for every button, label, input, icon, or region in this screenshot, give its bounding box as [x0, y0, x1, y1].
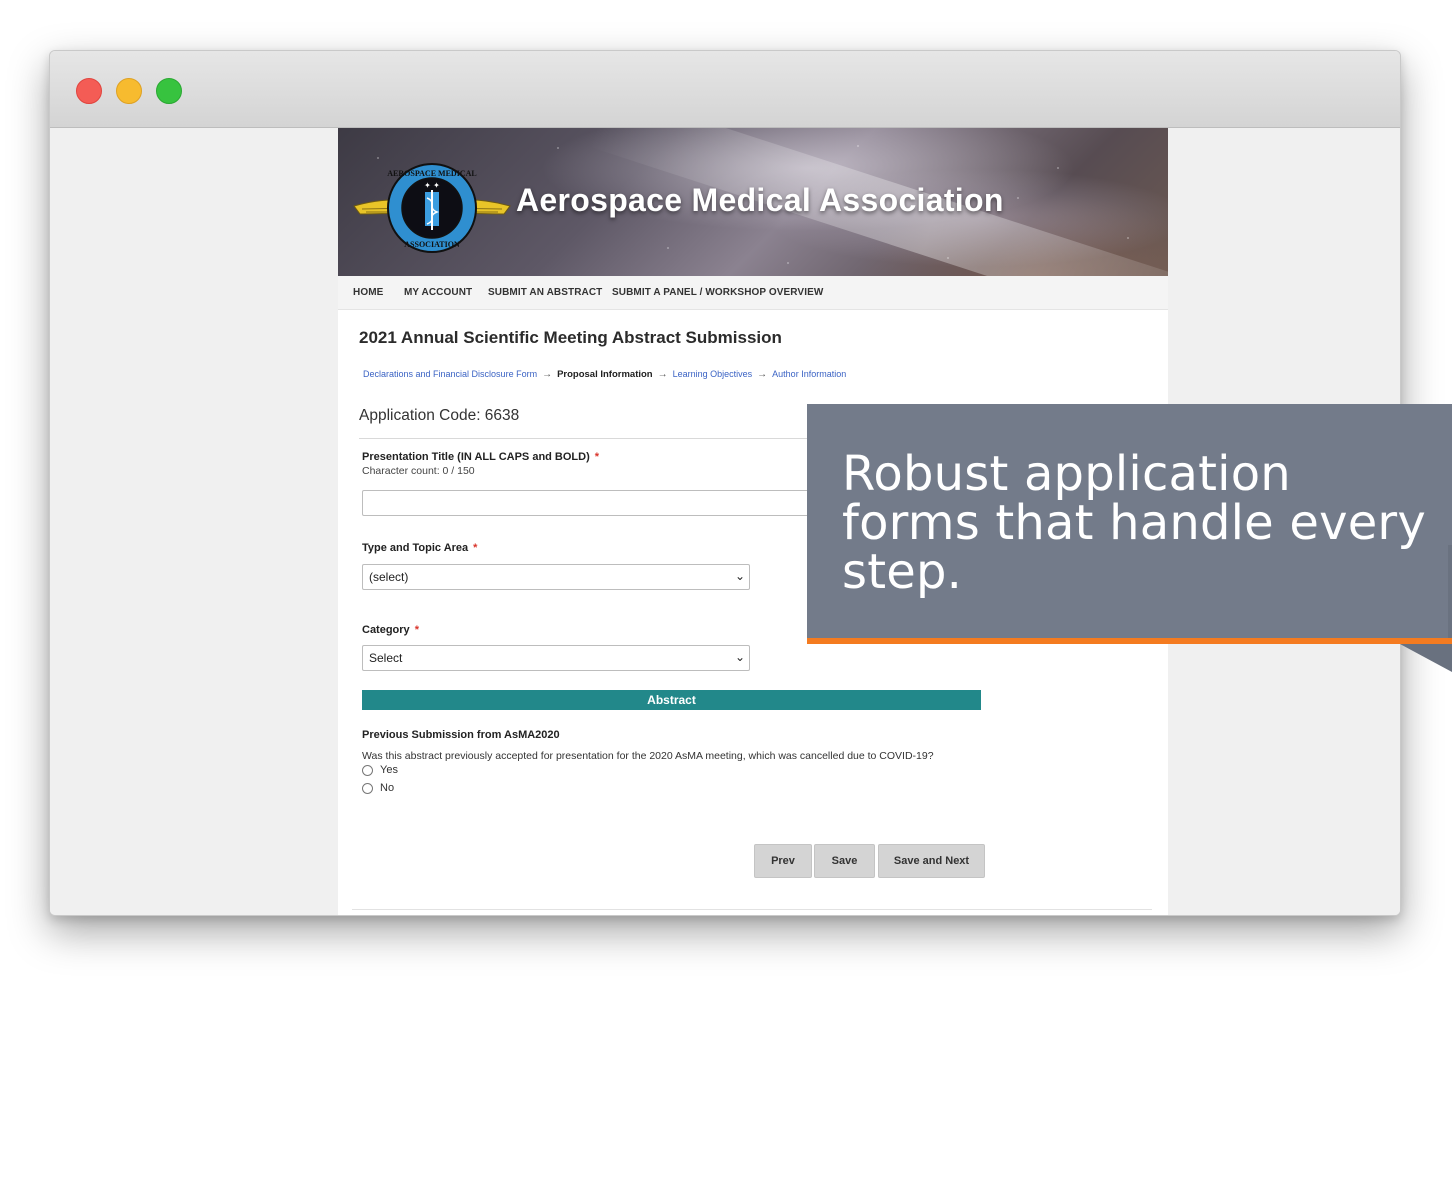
browser-titlebar	[50, 51, 1400, 128]
callout-text: Robust application forms that handle eve…	[842, 446, 1426, 600]
callout-edge	[1448, 545, 1452, 640]
type-topic-select[interactable]: (select) ⌄	[362, 564, 750, 590]
svg-text:ASSOCIATION: ASSOCIATION	[404, 240, 460, 249]
type-topic-select-value: (select)	[369, 570, 409, 584]
step-proposal-information: Proposal Information	[557, 369, 653, 380]
type-topic-label-text: Type and Topic Area	[362, 542, 469, 554]
radio-label-no: No	[380, 782, 395, 795]
chevron-down-icon: ⌄	[734, 569, 745, 583]
nav-home[interactable]: HOME	[353, 287, 383, 298]
step-author-information-link[interactable]: Author Information	[772, 369, 846, 379]
step-arrow-icon: →	[757, 369, 768, 380]
required-mark: *	[473, 542, 478, 554]
step-learning-objectives-link[interactable]: Learning Objectives	[673, 369, 753, 379]
top-navigation: HOME MY ACCOUNT SUBMIT AN ABSTRACT SUBMI…	[338, 276, 1168, 310]
nav-submit-panel-workshop[interactable]: SUBMIT A PANEL / WORKSHOP OVERVIEW	[612, 287, 823, 298]
svg-text:AEROSPACE MEDICAL: AEROSPACE MEDICAL	[387, 169, 476, 178]
prev-button[interactable]: Prev	[754, 844, 812, 878]
radio-label-yes: Yes	[380, 764, 398, 777]
maximize-window-button[interactable]	[156, 78, 182, 104]
nav-submit-abstract[interactable]: SUBMIT AN ABSTRACT	[488, 287, 602, 298]
radio-option-yes[interactable]: Yes	[362, 764, 398, 778]
radio-button[interactable]	[362, 764, 373, 776]
callout-accent-bar	[807, 638, 1452, 644]
required-mark: *	[594, 451, 600, 463]
save-button[interactable]: Save	[814, 844, 875, 878]
minimize-window-button[interactable]	[116, 78, 142, 104]
svg-text:✦ ✦: ✦ ✦	[424, 181, 440, 190]
asma-logo-icon[interactable]: AEROSPACE MEDICAL ASSOCIATION ✦ ✦	[352, 162, 512, 254]
previous-submission-question: Was this abstract previously accepted fo…	[362, 750, 934, 762]
chevron-down-icon: ⌄	[734, 650, 745, 664]
category-label: Category *	[362, 624, 419, 636]
step-arrow-icon: →	[542, 369, 553, 380]
presentation-title-label-text: Presentation Title (IN ALL CAPS and BOLD…	[362, 451, 590, 463]
nav-my-account[interactable]: MY ACCOUNT	[404, 287, 472, 298]
step-arrow-icon: →	[657, 369, 668, 380]
marketing-callout: Robust application forms that handle eve…	[807, 404, 1452, 638]
radio-button[interactable]	[362, 782, 373, 794]
header-banner: AEROSPACE MEDICAL ASSOCIATION ✦ ✦ Aerosp…	[338, 128, 1168, 276]
callout-tail	[1400, 644, 1452, 672]
step-declarations-link[interactable]: Declarations and Financial Disclosure Fo…	[363, 369, 537, 379]
abstract-section-header: Abstract	[362, 690, 981, 710]
category-select[interactable]: Select ⌄	[362, 645, 750, 671]
page-title: 2021 Annual Scientific Meeting Abstract …	[359, 328, 782, 347]
radio-option-no[interactable]: No	[362, 782, 394, 796]
save-and-next-button[interactable]: Save and Next	[878, 844, 985, 878]
category-label-text: Category	[362, 624, 410, 636]
character-count: Character count: 0 / 150	[362, 465, 475, 477]
application-code: Application Code: 6638	[359, 407, 520, 424]
close-window-button[interactable]	[76, 78, 102, 104]
presentation-title-label: Presentation Title (IN ALL CAPS and BOLD…	[362, 451, 599, 463]
required-mark: *	[414, 624, 419, 636]
type-topic-label: Type and Topic Area *	[362, 542, 477, 554]
step-breadcrumb: Declarations and Financial Disclosure Fo…	[363, 369, 846, 380]
footer-divider	[352, 909, 1152, 910]
category-select-value: Select	[369, 651, 403, 665]
previous-submission-heading: Previous Submission from AsMA2020	[362, 729, 560, 741]
org-name: Aerospace Medical Association	[516, 182, 1004, 218]
